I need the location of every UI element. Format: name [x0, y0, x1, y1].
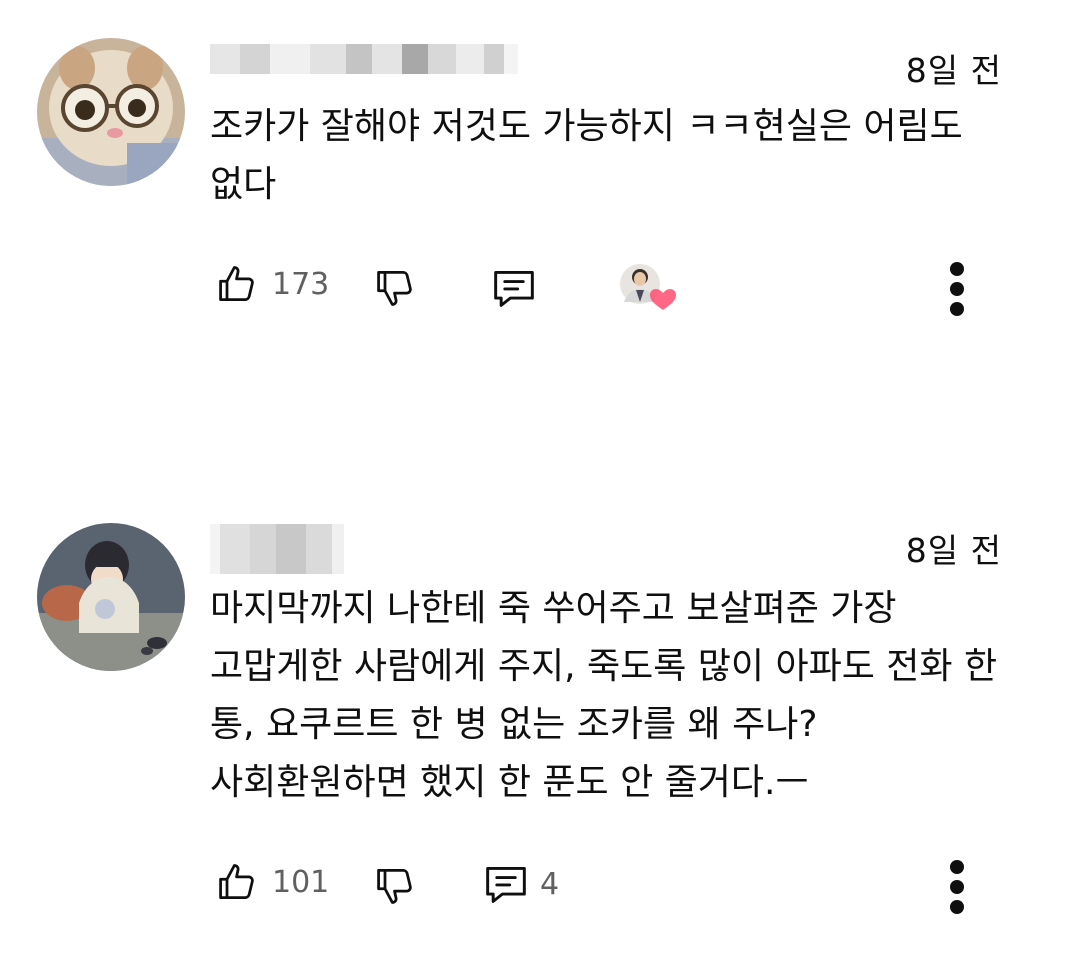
like-button[interactable]: 173 [216, 262, 329, 306]
comment-timestamp: 8일 전 [905, 51, 1002, 90]
commenter-avatar[interactable] [37, 38, 185, 186]
more-vert-icon[interactable] [942, 860, 972, 914]
like-button[interactable]: 101 [216, 860, 329, 904]
like-count: 101 [272, 864, 330, 900]
more-vert-icon[interactable] [942, 262, 972, 316]
reply-count: 4 [540, 866, 560, 902]
anime-character-avatar-image [37, 523, 185, 671]
comment-timestamp: 8일 전 [905, 531, 1002, 570]
thumb-down-icon [377, 869, 412, 904]
thumb-up-icon [219, 266, 254, 301]
comment-icon [486, 866, 526, 903]
creator-heart [618, 262, 682, 314]
thumb-up-icon [219, 864, 254, 899]
reply-button[interactable] [490, 266, 538, 310]
username-blurred[interactable] [210, 524, 344, 574]
comment-text: 조카가 잘해야 저것도 가능하지 ㅋㅋ현실은 어림도 없다 [210, 106, 963, 205]
username-blurred[interactable] [210, 44, 518, 74]
dislike-button[interactable] [374, 266, 418, 310]
creator-heart-icon [620, 264, 676, 310]
commenter-avatar[interactable] [37, 523, 185, 671]
reply-button[interactable]: 4 [482, 862, 559, 906]
comment-icon [494, 270, 534, 307]
thumb-down-icon [377, 271, 412, 306]
cat-glasses-avatar-image [37, 38, 185, 186]
dislike-button[interactable] [374, 864, 418, 908]
like-count: 173 [272, 266, 330, 302]
comment-text: 마지막까지 나한테 죽 쑤어주고 보살펴준 가장 고맙게한 사람에게 주지, 죽… [210, 588, 998, 803]
